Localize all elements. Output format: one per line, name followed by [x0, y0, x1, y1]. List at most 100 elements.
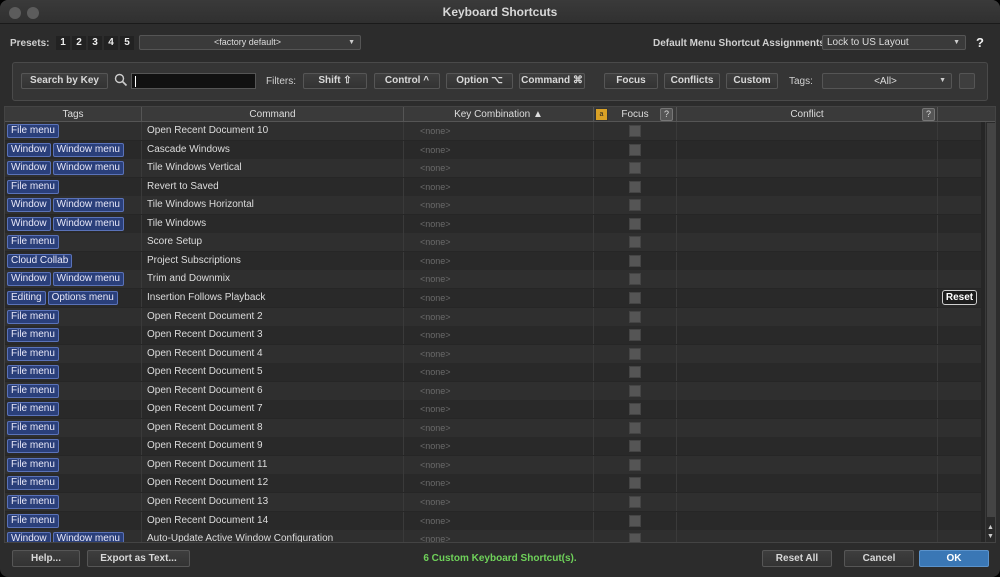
tag-badge[interactable]: File menu — [7, 513, 59, 528]
focus-checkbox[interactable] — [629, 458, 641, 471]
key-combination-cell[interactable]: <none> — [404, 177, 594, 196]
focus-checkbox[interactable] — [629, 273, 641, 286]
table-row[interactable]: Window Window menu Trim and Downmix <none> — [5, 270, 981, 289]
tag-badge[interactable]: Window — [7, 532, 51, 542]
table-row[interactable]: File menu Open Recent Document 2 <none> — [5, 307, 981, 326]
table-row[interactable]: File menu Open Recent Document 8 <none> — [5, 418, 981, 437]
focus-checkbox[interactable] — [629, 514, 641, 527]
key-combination-cell[interactable]: <none> — [404, 288, 594, 307]
focus-checkbox[interactable] — [629, 254, 641, 267]
search-by-key-button[interactable]: Search by Key — [21, 73, 108, 89]
tag-badge[interactable]: Window menu — [52, 198, 124, 213]
tags-dropdown[interactable]: <All> ▼ — [822, 73, 952, 89]
help-icon[interactable]: ? — [976, 35, 984, 50]
focus-checkbox[interactable] — [629, 310, 641, 323]
table-row[interactable]: Window Window menu Tile Windows <none> — [5, 214, 981, 233]
table-row[interactable]: File menu Open Recent Document 7 <none> — [5, 400, 981, 419]
table-row[interactable]: Window Window menu Tile Windows Vertical <n… — [5, 159, 981, 178]
focus-checkbox[interactable] — [629, 366, 641, 379]
tag-badge[interactable]: File menu — [7, 365, 59, 380]
reset-all-button[interactable]: Reset All — [762, 550, 832, 567]
cancel-button[interactable]: Cancel — [844, 550, 914, 567]
focus-checkbox[interactable] — [629, 403, 641, 416]
col-header-conflict[interactable]: Conflict ? — [677, 107, 938, 122]
tag-badge[interactable]: File menu — [7, 124, 59, 138]
table-row[interactable]: File menu Revert to Saved <none> — [5, 177, 981, 196]
key-combination-cell[interactable]: <none> — [404, 437, 594, 456]
tag-badge[interactable]: Window — [7, 142, 51, 157]
tag-badge[interactable]: File menu — [7, 179, 59, 194]
table-row[interactable]: File menu Open Recent Document 11 <none> — [5, 455, 981, 474]
export-as-text-button[interactable]: Export as Text... — [87, 550, 190, 567]
preset-1-button[interactable]: 1 — [56, 36, 70, 50]
filter-command-button[interactable]: Command ⌘ — [519, 73, 585, 89]
conflicts-filter-button[interactable]: Conflicts — [664, 73, 720, 89]
key-combination-cell[interactable]: <none> — [404, 140, 594, 159]
tag-badge[interactable]: File menu — [7, 420, 59, 435]
focus-checkbox[interactable] — [629, 180, 641, 193]
key-combination-cell[interactable]: <none> — [404, 307, 594, 326]
tag-badge[interactable]: File menu — [7, 439, 59, 454]
focus-checkbox[interactable] — [629, 384, 641, 397]
table-row[interactable]: Window Window menu Auto-Update Active Wind… — [5, 530, 981, 542]
table-row[interactable]: File menu Open Recent Document 14 <none> — [5, 511, 981, 530]
preset-4-button[interactable]: 4 — [104, 36, 118, 50]
focus-checkbox[interactable] — [629, 199, 641, 212]
key-combination-cell[interactable]: <none> — [404, 381, 594, 400]
focus-checkbox[interactable] — [629, 533, 641, 542]
tags-option-checkbox[interactable] — [959, 73, 975, 89]
key-combination-cell[interactable]: <none> — [404, 400, 594, 419]
focus-checkbox[interactable] — [629, 421, 641, 434]
key-combination-cell[interactable]: <none> — [404, 122, 594, 140]
tag-badge[interactable]: Window menu — [52, 532, 124, 542]
table-row[interactable]: File menu Open Recent Document 5 <none> — [5, 363, 981, 382]
table-row[interactable]: File menu Open Recent Document 10 <none> — [5, 122, 981, 140]
key-combination-cell[interactable]: <none> — [404, 214, 594, 233]
key-combination-cell[interactable]: <none> — [404, 363, 594, 382]
scroll-down-arrow-icon[interactable]: ▼ — [987, 533, 994, 540]
tag-badge[interactable]: Window menu — [52, 272, 124, 287]
tag-badge[interactable]: Cloud Collab — [7, 253, 73, 268]
table-row[interactable]: Editing Options menu Insertion Follows Pla… — [5, 288, 981, 307]
preset-5-button[interactable]: 5 — [120, 36, 134, 50]
preset-3-button[interactable]: 3 — [88, 36, 102, 50]
filter-shift-button[interactable]: Shift ⇧ — [303, 73, 367, 89]
tag-badge[interactable]: Window menu — [52, 161, 124, 176]
tag-badge[interactable]: File menu — [7, 383, 59, 398]
tag-badge[interactable]: Window — [7, 272, 51, 287]
table-row[interactable]: Window Window menu Tile Windows Horizontal… — [5, 196, 981, 215]
table-row[interactable]: File menu Open Recent Document 12 <none> — [5, 474, 981, 493]
help-button[interactable]: Help... — [12, 550, 80, 567]
scroll-up-arrow-icon[interactable]: ▲ — [987, 524, 994, 531]
table-row[interactable]: Window Window menu Cascade Windows <none> — [5, 140, 981, 159]
custom-filter-button[interactable]: Custom — [726, 73, 778, 89]
tag-badge[interactable]: File menu — [7, 495, 59, 509]
col-header-command[interactable]: Command — [142, 107, 404, 122]
table-row[interactable]: Cloud Collab Project Subscriptions <none> — [5, 251, 981, 270]
table-row[interactable]: File menu Open Recent Document 9 <none> — [5, 437, 981, 456]
table-row[interactable]: File menu Open Recent Document 13 <none> — [5, 493, 981, 511]
tag-badge[interactable]: File menu — [7, 402, 59, 417]
key-combination-cell[interactable]: <none> — [404, 493, 594, 511]
vertical-scrollbar[interactable]: ▲ ▼ — [985, 122, 995, 542]
tag-badge[interactable]: File menu — [7, 476, 59, 491]
tag-badge[interactable]: Window — [7, 161, 51, 176]
focus-help-icon[interactable]: ? — [660, 108, 673, 121]
col-header-key-combination[interactable]: Key Combination ▲ — [404, 107, 594, 122]
tag-badge[interactable]: File menu — [7, 328, 59, 343]
focus-checkbox[interactable] — [629, 143, 641, 156]
focus-checkbox[interactable] — [629, 217, 641, 230]
tag-badge[interactable]: Window menu — [52, 216, 124, 231]
ok-button[interactable]: OK — [919, 550, 989, 567]
tag-badge[interactable]: File menu — [7, 346, 59, 361]
tag-badge[interactable]: File menu — [7, 235, 59, 250]
key-combination-cell[interactable]: <none> — [404, 455, 594, 474]
key-combination-cell[interactable]: <none> — [404, 326, 594, 345]
reset-row-button[interactable]: Reset — [942, 289, 977, 305]
key-combination-cell[interactable]: <none> — [404, 159, 594, 178]
focus-checkbox[interactable] — [629, 347, 641, 360]
focus-checkbox[interactable] — [629, 477, 641, 490]
table-row[interactable]: File menu Score Setup <none> — [5, 233, 981, 252]
conflict-help-icon[interactable]: ? — [922, 108, 935, 121]
tag-badge[interactable]: Window menu — [52, 142, 124, 157]
